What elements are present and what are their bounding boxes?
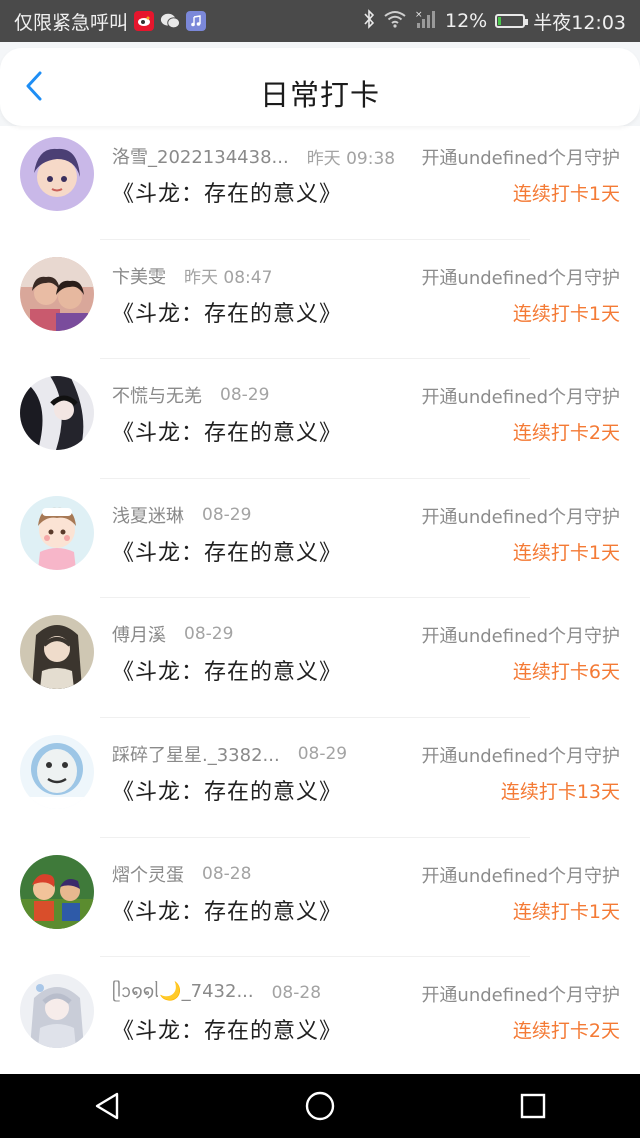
recents-square-icon	[521, 1093, 546, 1119]
list-item[interactable]: 傅月溪 08-29 《斗龙：存在的意义》 开通undefined个月守护 连续打…	[0, 598, 640, 718]
checkin-time: 昨天 09:38	[306, 148, 396, 169]
streak-text: 连续打卡1天	[512, 900, 620, 923]
checkin-time: 08-28	[202, 863, 252, 884]
avatar[interactable]	[20, 974, 94, 1049]
streak-text: 连续打卡2天	[512, 1020, 620, 1043]
checkin-time: 08-29	[220, 385, 270, 406]
streak-text: 连续打卡1天	[512, 541, 620, 564]
user-name[interactable]: 浅夏迷琳	[112, 502, 184, 528]
checkin-time: 昨天 08:47	[184, 268, 273, 289]
checkin-time: 08-28	[271, 983, 322, 1004]
book-title[interactable]: 《斗龙：存在的意义》	[112, 535, 342, 567]
checkin-time: 08-29	[202, 504, 252, 525]
streak-text: 连续打卡1天	[512, 183, 620, 205]
nav-home-button[interactable]	[290, 1081, 350, 1131]
list-item[interactable]: ᥫᩣ໑໑ᥣ🌙_7432... 08-28 《斗龙：存在的意义》 开通undefi…	[0, 957, 640, 1077]
music-icon	[186, 11, 207, 31]
carrier-text: 仅限紧急呼叫	[14, 11, 129, 34]
avatar[interactable]	[20, 137, 94, 211]
streak-text: 连续打卡1天	[512, 302, 620, 325]
avatar[interactable]	[20, 495, 94, 570]
back-triangle-icon	[95, 1092, 118, 1120]
list-item[interactable]: 卞美雯 昨天 08:47 《斗龙：存在的意义》 开通undefined个月守护 …	[0, 240, 640, 360]
wechat-icon	[160, 11, 181, 31]
list-item[interactable]: 浅夏迷琳 08-29 《斗龙：存在的意义》 开通undefined个月守护 连续…	[0, 479, 640, 599]
avatar[interactable]	[20, 256, 94, 331]
guard-text: 开通undefined个月守护	[419, 502, 620, 529]
system-nav-bar	[0, 1074, 640, 1138]
user-name[interactable]: 卞美雯	[112, 263, 166, 289]
guard-text: 开通undefined个月守护	[419, 741, 620, 768]
page-title: 日常打卡	[259, 78, 380, 112]
home-circle-icon	[305, 1091, 335, 1121]
user-name[interactable]: 傅月溪	[112, 621, 166, 647]
guard-text: 开通undefined个月守护	[419, 981, 620, 1008]
avatar[interactable]	[20, 615, 94, 690]
list-item[interactable]: 不慌与无羌 08-29 《斗龙：存在的意义》 开通undefined个月守护 连…	[0, 359, 640, 479]
battery-icon	[495, 14, 529, 28]
book-title[interactable]: 《斗龙：存在的意义》	[112, 894, 342, 926]
avatar[interactable]	[20, 854, 94, 929]
book-title[interactable]: 《斗龙：存在的意义》	[112, 654, 342, 686]
wifi-icon	[383, 10, 407, 33]
status-bar: 仅限紧急呼叫 × 12% 半夜12:03	[0, 0, 640, 42]
avatar[interactable]	[20, 376, 94, 451]
streak-text: 连续打卡13天	[500, 780, 620, 803]
guard-text: 开通undefined个月守护	[419, 263, 620, 290]
user-name[interactable]: 不慌与无羌	[112, 382, 202, 408]
clock-text: 半夜12:03	[533, 11, 626, 34]
user-name[interactable]: 洛雪_2022134438...	[112, 143, 289, 169]
guard-text: 开通undefined个月守护	[419, 861, 620, 888]
guard-text: 开通undefined个月守护	[419, 144, 620, 170]
user-name[interactable]: 踩碎了星星._3382...	[112, 741, 280, 767]
book-title[interactable]: 《斗龙：存在的意义》	[112, 296, 342, 328]
streak-text: 连续打卡6天	[512, 661, 620, 684]
guard-text: 开通undefined个月守护	[419, 383, 620, 410]
weibo-icon	[134, 11, 155, 31]
user-name[interactable]: 熠个灵蛋	[112, 861, 184, 887]
checkin-list: 洛雪_2022134438... 昨天 09:38 《斗龙：存在的意义》 开通u…	[0, 120, 640, 1077]
battery-percent: 12%	[445, 10, 488, 32]
user-name[interactable]: ᥫᩣ໑໑ᥣ🌙_7432...	[112, 979, 254, 1007]
book-title[interactable]: 《斗龙：存在的意义》	[112, 415, 342, 447]
list-item[interactable]: 熠个灵蛋 08-28 《斗龙：存在的意义》 开通undefined个月守护 连续…	[0, 838, 640, 958]
checkin-time: 08-29	[184, 624, 234, 645]
nav-recents-button[interactable]	[503, 1081, 563, 1131]
bluetooth-icon	[363, 8, 375, 34]
svg-text:×: ×	[415, 10, 423, 20]
book-title[interactable]: 《斗龙：存在的意义》	[112, 774, 342, 806]
guard-text: 开通undefined个月守护	[419, 622, 620, 649]
header: 日常打卡	[0, 42, 640, 126]
signal-icon: ×	[415, 9, 437, 34]
book-title[interactable]: 《斗龙：存在的意义》	[112, 176, 342, 208]
list-item[interactable]: 洛雪_2022134438... 昨天 09:38 《斗龙：存在的意义》 开通u…	[0, 120, 640, 240]
streak-text: 连续打卡2天	[512, 422, 620, 445]
avatar[interactable]	[20, 734, 94, 809]
list-item[interactable]: 踩碎了星星._3382... 08-29 《斗龙：存在的意义》 开通undefi…	[0, 718, 640, 838]
book-title[interactable]: 《斗龙：存在的意义》	[112, 1013, 342, 1045]
nav-back-button[interactable]	[77, 1081, 137, 1131]
checkin-time: 08-29	[297, 743, 348, 764]
